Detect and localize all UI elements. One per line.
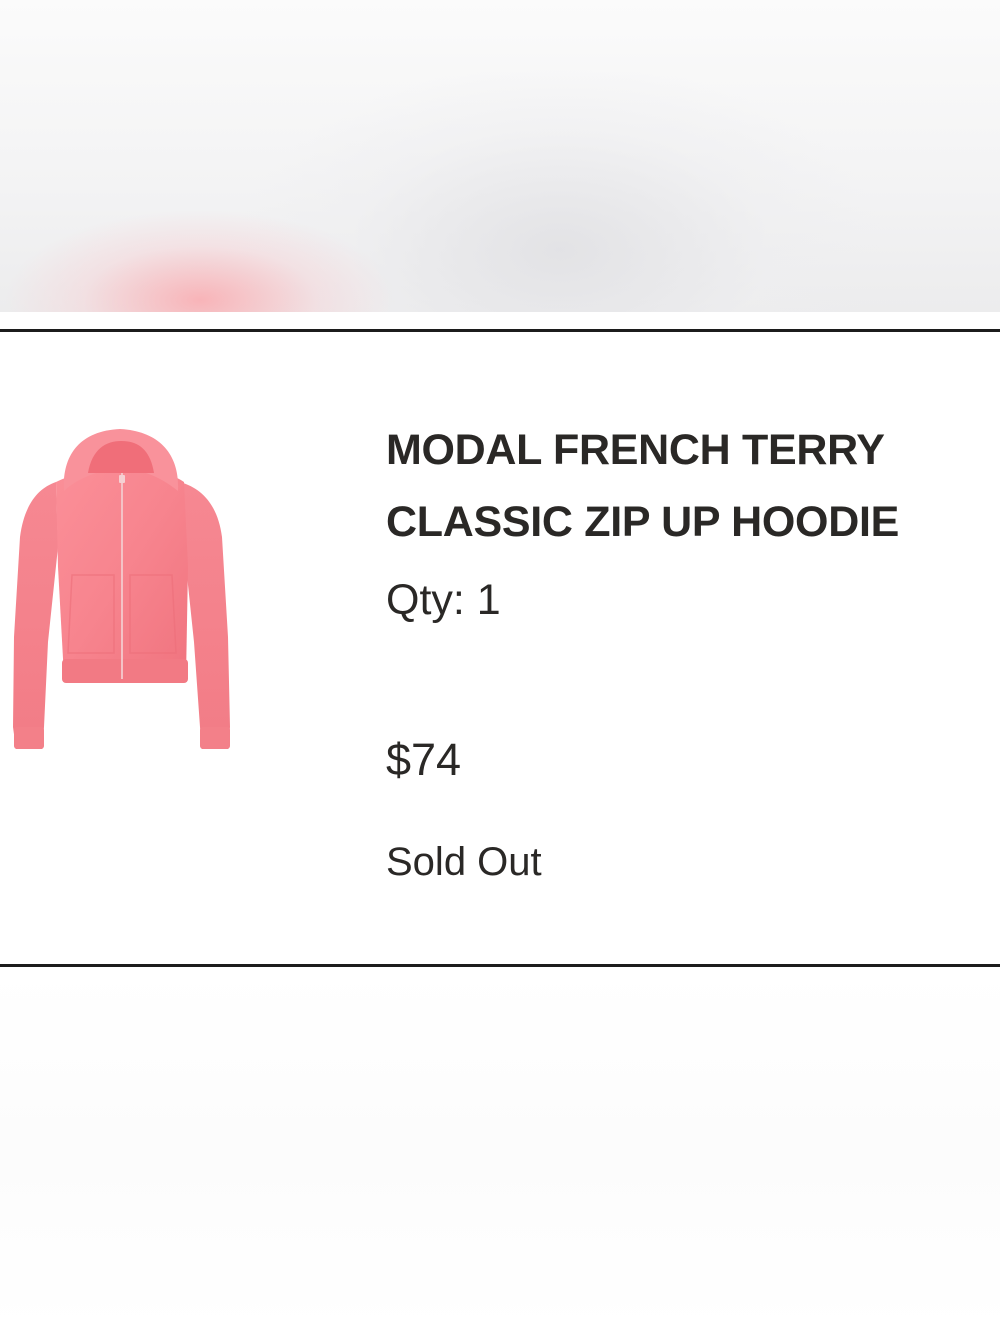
pink-zip-hoodie-image [13,429,230,749]
stock-status: Sold Out [386,840,542,884]
item-details: MODAL FRENCH TERRY CLASSIC ZIP UP HOODIE… [386,414,986,884]
blurred-background-top [0,0,1000,312]
cart-item-card[interactable]: MODAL FRENCH TERRY CLASSIC ZIP UP HOODIE… [0,329,1000,967]
blurred-background-bottom [0,968,1000,1333]
page: MODAL FRENCH TERRY CLASSIC ZIP UP HOODIE… [0,0,1000,1333]
quantity-label: Qty: 1 [386,576,501,624]
product-title-line-2: CLASSIC ZIP UP HOODIE [386,498,899,546]
product-title-line-1: MODAL FRENCH TERRY [386,426,885,474]
product-thumbnail[interactable] [8,427,240,767]
product-title[interactable]: MODAL FRENCH TERRY CLASSIC ZIP UP HOODIE [386,414,986,558]
item-price: $74 [386,734,462,785]
background-gap [0,312,1000,330]
